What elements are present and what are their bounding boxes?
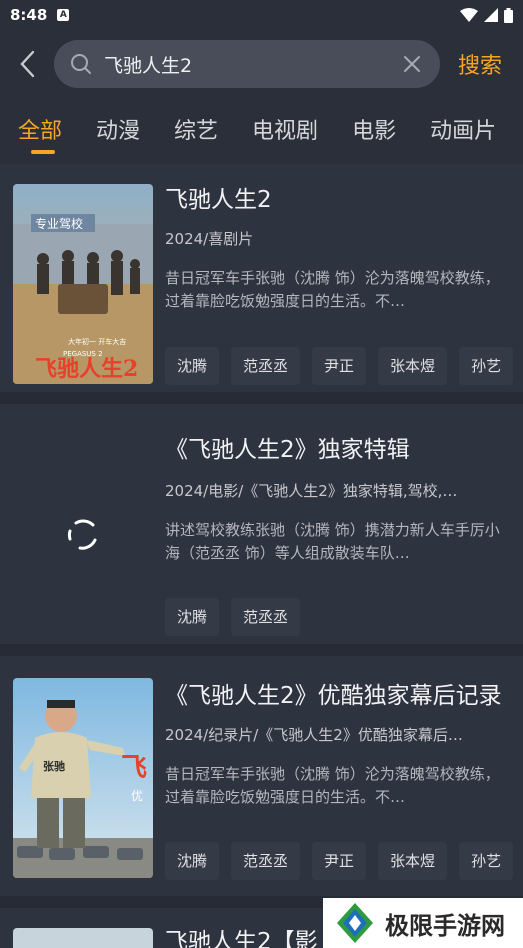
search-input[interactable] bbox=[104, 53, 400, 75]
cast-tags: 沈腾 范丞丞 bbox=[165, 598, 523, 636]
cast-tag[interactable]: 孙艺 bbox=[459, 842, 514, 880]
result-info: 《飞驰人生2》独家特辑 2024/电影/《飞驰人生2》独家特辑,驾校,… 讲述驾… bbox=[165, 434, 511, 565]
result-item[interactable]: 专业驾校 大年初一 开车大吉 PEGASUS 2 飞驰人生2 飞驰人生2 202… bbox=[0, 164, 523, 404]
result-description: 昔日冠军车手张驰（沈腾 饰）沦为落魄驾校教练，过着靠脸吃饭勉强度日的生活。不… bbox=[165, 765, 500, 806]
poster-image bbox=[13, 928, 153, 948]
close-icon bbox=[404, 56, 420, 72]
category-tabs: 全部 动漫 综艺 电视剧 电影 动画片 bbox=[0, 100, 523, 158]
poster-image: 张驰 飞 优 bbox=[13, 678, 153, 878]
cast-tag[interactable]: 范丞丞 bbox=[231, 842, 301, 880]
result-item[interactable]: 张驰 飞 优 《飞驰人生2》优酷独家幕后记录 2024/纪录片/《飞驰人生2》优… bbox=[0, 656, 523, 908]
poster-tagline: 大年初一 开车大吉 bbox=[68, 337, 126, 346]
cast-tags: 沈腾 范丞丞 尹正 张本煜 孙艺 bbox=[165, 842, 523, 880]
cast-tag[interactable]: 张本煜 bbox=[378, 347, 448, 385]
status-right bbox=[460, 7, 513, 23]
results-list: 专业驾校 大年初一 开车大吉 PEGASUS 2 飞驰人生2 飞驰人生2 202… bbox=[0, 164, 523, 948]
watermark: 极限手游网 bbox=[323, 898, 523, 948]
tab-movie[interactable]: 电影 bbox=[335, 104, 413, 154]
cast-tag[interactable]: 范丞丞 bbox=[231, 347, 301, 385]
result-info: 飞驰人生2 2024/喜剧片 昔日冠军车手张驰（沈腾 饰）沦为落魄驾校教练，过着… bbox=[165, 184, 511, 313]
result-description: 讲述驾校教练张驰（沈腾 饰）携潜力新人车手厉小海（范丞丞 饰）等人组成散装车队… bbox=[165, 521, 500, 562]
status-bar: 8:48 A bbox=[0, 0, 523, 30]
tab-anime[interactable]: 动漫 bbox=[79, 104, 157, 154]
result-title[interactable]: 飞驰人生2 bbox=[165, 184, 511, 216]
poster-image: 专业驾校 大年初一 开车大吉 PEGASUS 2 飞驰人生2 bbox=[13, 184, 153, 384]
result-meta: 2024/电影/《飞驰人生2》独家特辑,驾校,… bbox=[165, 482, 458, 500]
poster-title-text: 飞 bbox=[121, 753, 147, 783]
search-bar-row: 搜索 bbox=[0, 38, 523, 90]
wifi-icon bbox=[460, 8, 478, 22]
clear-search-button[interactable] bbox=[400, 52, 424, 76]
search-button[interactable]: 搜索 bbox=[458, 48, 502, 80]
signal-icon bbox=[484, 8, 498, 22]
cast-tag[interactable]: 孙艺 bbox=[459, 347, 514, 385]
result-meta: 2024/喜剧片 bbox=[165, 230, 254, 248]
poster-subtitle: 优 bbox=[131, 789, 143, 803]
cast-tag[interactable]: 尹正 bbox=[312, 347, 367, 385]
tab-tv-series[interactable]: 电视剧 bbox=[235, 104, 335, 154]
result-title[interactable]: 《飞驰人生2》独家特辑 bbox=[165, 434, 511, 466]
watermark-text: 极限手游网 bbox=[385, 910, 505, 940]
result-info: 《飞驰人生2》优酷独家幕后记录 2024/纪录片/《飞驰人生2》优酷独家幕后… … bbox=[165, 680, 511, 809]
loading-spinner-icon bbox=[67, 519, 97, 550]
poster-shirt-text: 张驰 bbox=[43, 759, 65, 773]
chevron-left-icon bbox=[20, 50, 35, 78]
cast-tag[interactable]: 张本煜 bbox=[378, 842, 448, 880]
cast-tag[interactable]: 尹正 bbox=[312, 842, 367, 880]
result-title[interactable]: 《飞驰人生2》优酷独家幕后记录 bbox=[165, 680, 511, 712]
tab-cartoon[interactable]: 动画片 bbox=[413, 104, 513, 154]
cast-tag[interactable]: 范丞丞 bbox=[231, 598, 301, 636]
tab-all[interactable]: 全部 bbox=[0, 104, 79, 154]
search-icon bbox=[71, 54, 91, 74]
result-meta: 2024/纪录片/《飞驰人生2》优酷独家幕后… bbox=[165, 726, 463, 744]
back-button[interactable] bbox=[0, 38, 54, 90]
result-item[interactable]: 《飞驰人生2》独家特辑 2024/电影/《飞驰人生2》独家特辑,驾校,… 讲述驾… bbox=[0, 404, 523, 656]
status-time: 8:48 bbox=[10, 6, 48, 24]
cast-tag[interactable]: 沈腾 bbox=[165, 598, 220, 636]
result-description: 昔日冠军车手张驰（沈腾 饰）沦为落魄驾校教练，过着靠脸吃饭勉强度日的生活。不… bbox=[165, 269, 500, 310]
tab-variety[interactable]: 综艺 bbox=[157, 104, 235, 154]
battery-icon bbox=[504, 7, 513, 23]
cast-tags: 沈腾 范丞丞 尹正 张本煜 孙艺 bbox=[165, 347, 523, 385]
cast-tag[interactable]: 沈腾 bbox=[165, 347, 220, 385]
search-box[interactable] bbox=[54, 40, 440, 88]
cast-tag[interactable]: 沈腾 bbox=[165, 842, 220, 880]
poster-title-text: 飞驰人生2 bbox=[35, 356, 138, 382]
watermark-logo-icon bbox=[337, 903, 373, 943]
poster-sign-text: 专业驾校 bbox=[35, 216, 83, 231]
notification-icon: A bbox=[57, 9, 70, 21]
